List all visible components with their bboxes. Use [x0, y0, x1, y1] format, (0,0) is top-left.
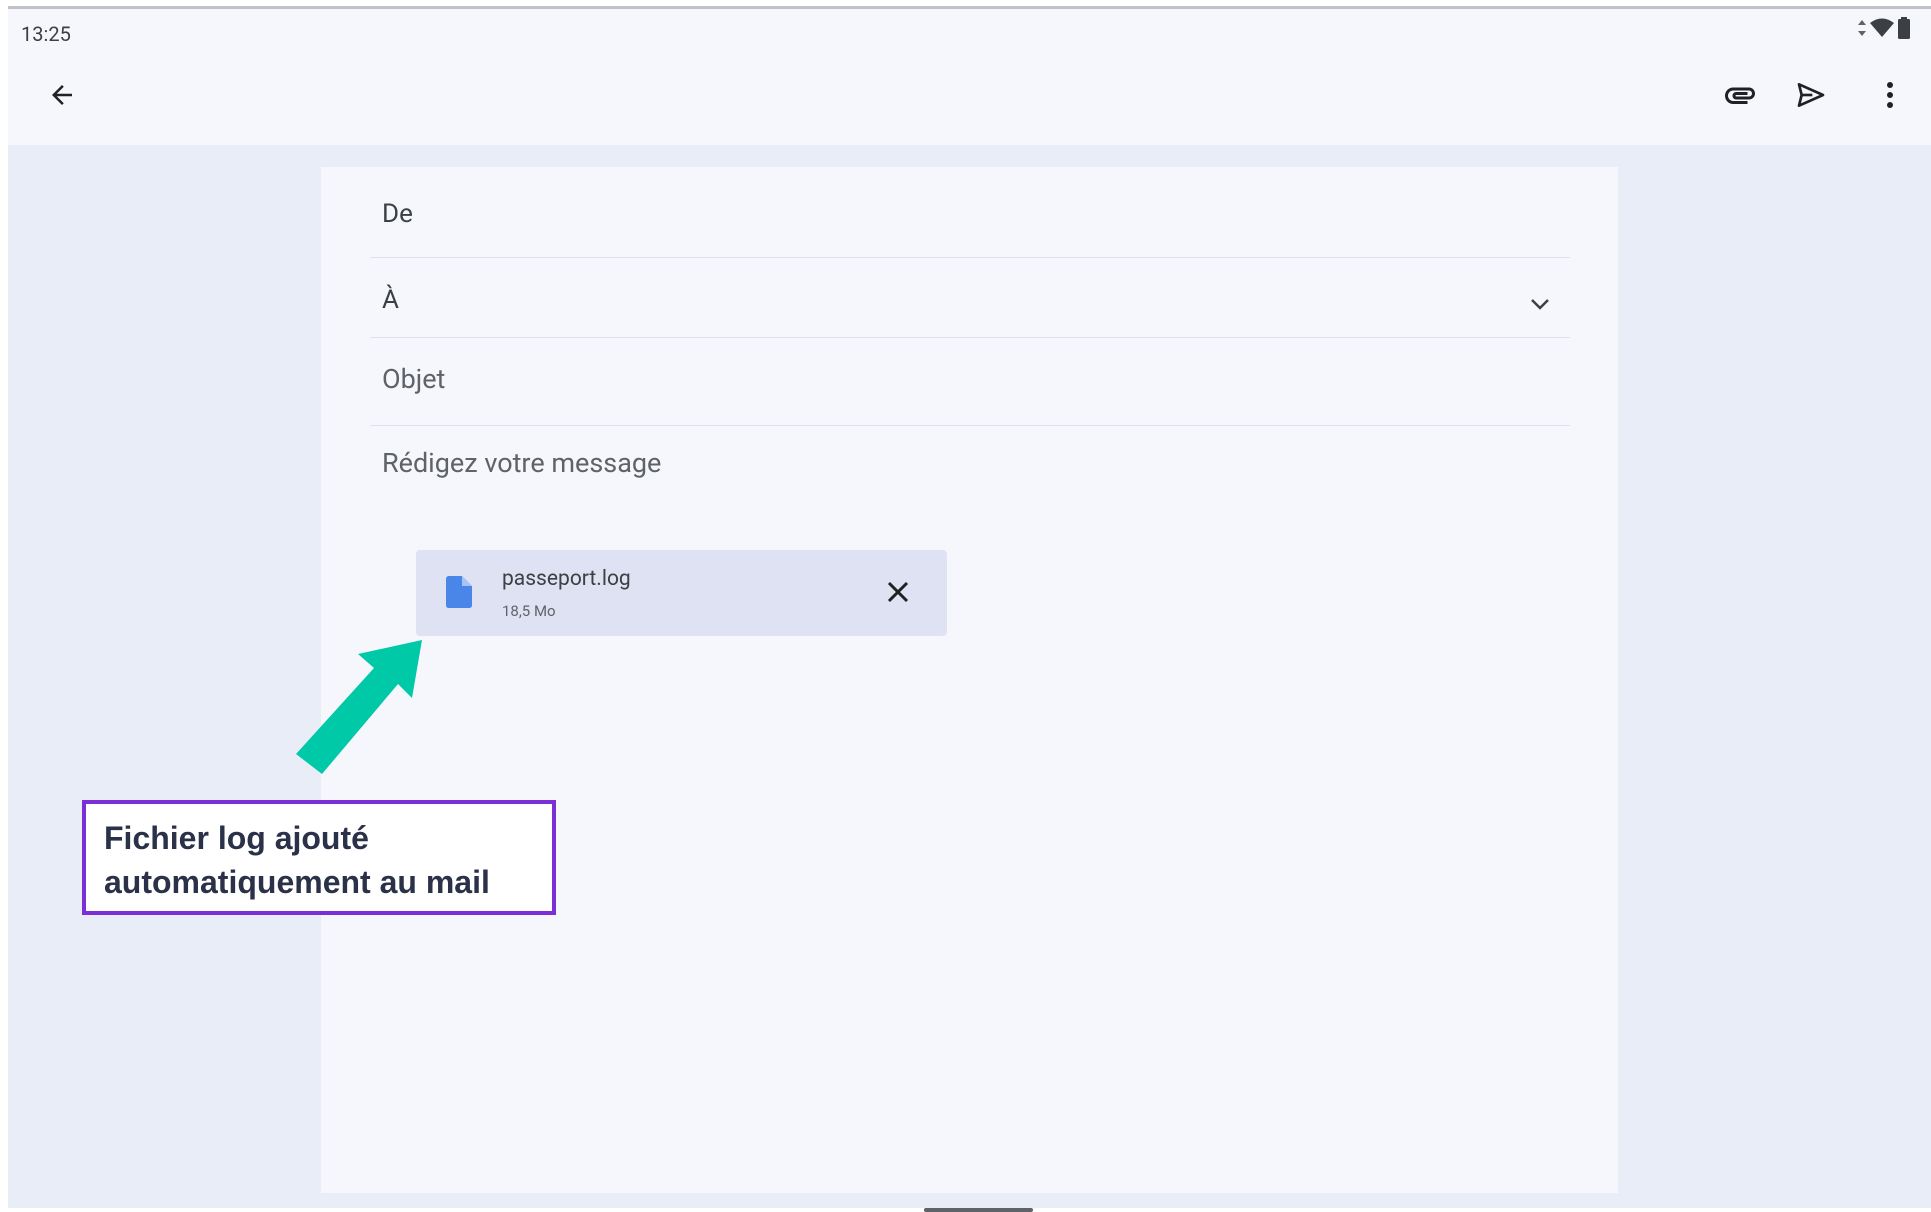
attachment-size: 18,5 Mo [502, 602, 556, 620]
attach-button[interactable] [1718, 75, 1762, 119]
divider [370, 425, 1570, 426]
send-button[interactable] [1789, 75, 1833, 119]
annotation-line-1: Fichier log ajouté [104, 820, 369, 856]
message-body-field[interactable]: Rédigez votre message [370, 447, 1570, 479]
back-button[interactable] [40, 75, 84, 119]
remove-attachment-button[interactable] [878, 574, 918, 614]
annotation-line-2: automatiquement au mail [104, 864, 490, 900]
more-options-button[interactable] [1868, 75, 1912, 119]
annotation-callout: Fichier log ajouté automatiquement au ma… [82, 800, 556, 915]
home-indicator[interactable] [924, 1208, 1033, 1212]
from-label: De [382, 199, 413, 229]
chevron-down-icon [1529, 296, 1551, 315]
wifi-icon [1870, 18, 1894, 38]
attachment-chip[interactable]: passeport.log 18,5 Mo [416, 550, 947, 636]
status-icons [1857, 17, 1911, 39]
attachment-filename: passeport.log [502, 567, 631, 591]
annotation-arrow-icon [296, 640, 422, 774]
to-label: À [382, 285, 399, 315]
subject-placeholder: Objet [382, 363, 446, 395]
file-icon [446, 576, 472, 612]
app-top-bar: 13:25 [8, 9, 1931, 145]
subject-field[interactable]: Objet [370, 363, 1570, 395]
battery-icon [1897, 17, 1911, 39]
device-screen: 13:25 De À Objet Rédigez votre message p… [8, 6, 1931, 1212]
divider [370, 337, 1570, 338]
expand-recipients-button[interactable] [1522, 287, 1558, 323]
send-icon [1795, 79, 1827, 115]
paperclip-icon [1722, 77, 1758, 117]
arrow-back-icon [47, 80, 77, 114]
data-arrows-icon [1857, 19, 1867, 37]
body-placeholder: Rédigez votre message [382, 447, 662, 479]
compose-card: De À Objet Rédigez votre message passepo… [321, 167, 1618, 1193]
close-icon [887, 581, 909, 607]
to-field[interactable]: À [370, 285, 1570, 315]
more-vert-icon [1886, 81, 1894, 113]
from-field[interactable]: De [370, 199, 1570, 229]
status-time: 13:25 [21, 22, 71, 46]
divider [370, 257, 1570, 258]
